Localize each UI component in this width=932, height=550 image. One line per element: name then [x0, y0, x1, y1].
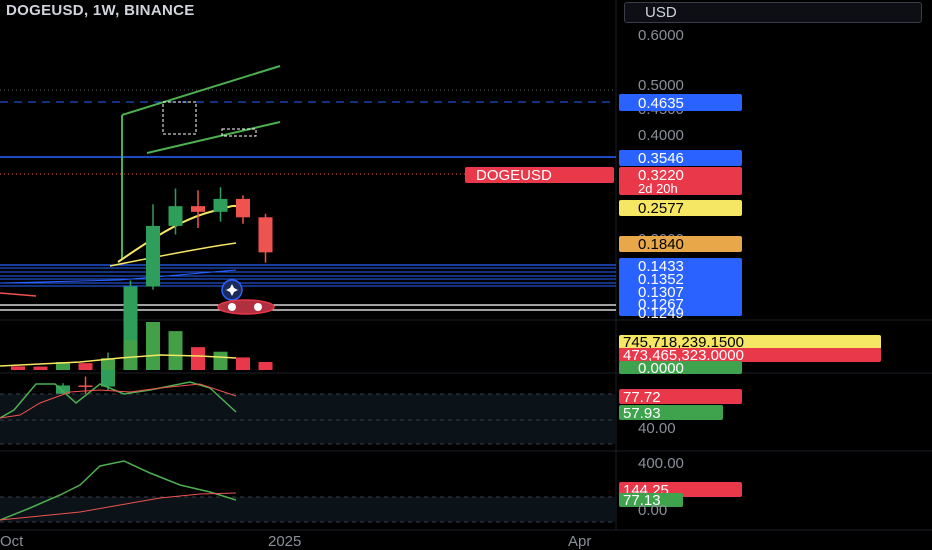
rsi-band — [0, 394, 616, 444]
volume-bar — [213, 351, 228, 370]
candle-body[interactable] — [168, 206, 183, 226]
volume-bar — [33, 366, 48, 370]
rsi-value-label: 77.72 — [619, 389, 742, 406]
svg-text:0.0000: 0.0000 — [638, 360, 684, 377]
candle-body[interactable] — [78, 385, 93, 387]
selection-box[interactable] — [162, 101, 197, 135]
time-label: 2025 — [268, 533, 301, 550]
volume-bar — [168, 331, 183, 370]
volume-bar — [236, 357, 250, 370]
last-price-label: 0.3220 2d 20h — [619, 167, 742, 196]
candle-body[interactable] — [213, 198, 228, 212]
svg-text:2d 20h: 2d 20h — [638, 181, 678, 196]
volume-zero-label: 0.0000 — [619, 360, 742, 377]
svg-text:0.2577: 0.2577 — [638, 200, 684, 217]
candle-body[interactable] — [146, 225, 160, 287]
price-tick: 0.6000 — [638, 27, 684, 44]
volume-bar — [11, 366, 25, 370]
level-labels: 0.1433 0.1352 0.1307 0.1267 0.1249 — [619, 258, 742, 322]
chart-canvas[interactable]: 0.6000 0.5000 0.4500 0.4000 0.2000 — [0, 0, 932, 550]
support-level-lines[interactable] — [0, 264, 616, 287]
time-label: Apr — [568, 533, 591, 550]
price-tick: 0.4000 — [638, 127, 684, 144]
price-label-level: 0.3546 — [619, 150, 742, 167]
event-marker[interactable] — [221, 279, 243, 301]
price-label-high: 0.4635 — [619, 94, 742, 112]
ma-orange-label: 0.1840 — [619, 236, 742, 253]
channel-drawing[interactable] — [121, 65, 281, 260]
volume-bar — [258, 362, 273, 370]
price-tick: 0.5000 — [638, 77, 684, 94]
time-label: Oct — [0, 533, 24, 550]
volume-bar — [123, 340, 138, 370]
ma-yellow-label: 0.2577 — [619, 200, 742, 217]
svg-text:0.1840: 0.1840 — [638, 236, 684, 253]
volume-bar — [78, 363, 93, 370]
svg-text:DOGEUSD: DOGEUSD — [476, 167, 552, 184]
osc-tick: 0.00 — [638, 502, 667, 519]
candle-body[interactable] — [258, 217, 273, 253]
ma-red-line — [0, 292, 37, 297]
symbol-tag[interactable]: DOGEUSD — [465, 167, 614, 184]
svg-text:0.1249: 0.1249 — [638, 305, 684, 322]
svg-text:0.4635: 0.4635 — [638, 95, 684, 112]
svg-text:0.3546: 0.3546 — [638, 150, 684, 167]
candle-body[interactable] — [191, 206, 205, 212]
candle-body[interactable] — [236, 198, 250, 218]
volume-bar — [191, 347, 205, 370]
volume-bar — [146, 322, 160, 370]
svg-text:77.72: 77.72 — [623, 389, 661, 406]
flag-marker[interactable] — [217, 299, 275, 315]
rsi-tick: 40.00 — [638, 420, 676, 437]
osc-tick: 400.00 — [638, 455, 684, 472]
